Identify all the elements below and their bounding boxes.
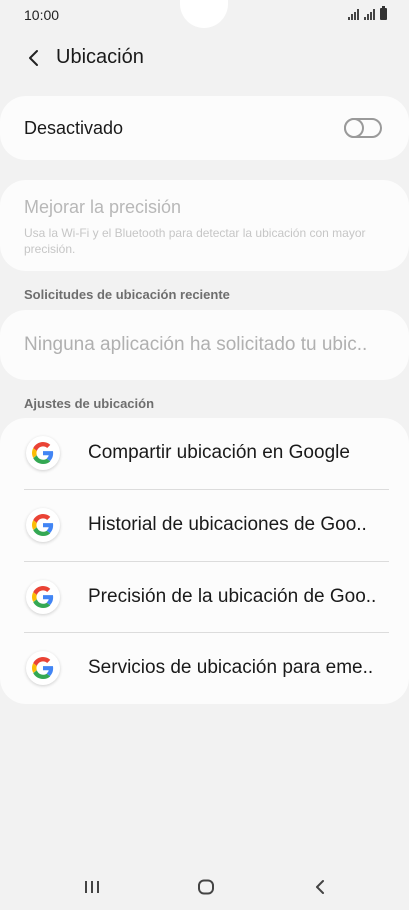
list-item-share-location[interactable]: Compartir ubicación en Google — [0, 418, 409, 489]
signal-icon-2 — [364, 9, 375, 20]
location-switch[interactable] — [344, 118, 382, 138]
location-toggle-label: Desactivado — [24, 118, 124, 138]
section-header-location-settings: Ajustes de ubicación — [24, 396, 155, 411]
section-header-recent: Solicitudes de ubicación reciente — [24, 287, 230, 302]
recents-button[interactable] — [77, 874, 107, 900]
recent-requests-empty-text: Ninguna aplicación ha solicitado tu ubic… — [24, 334, 368, 355]
improve-accuracy-description: Usa la Wi-Fi y el Bluetooth para detecta… — [24, 226, 366, 256]
google-icon — [26, 580, 60, 614]
location-toggle-row[interactable]: Desactivado — [0, 96, 409, 160]
navigation-bar — [0, 860, 409, 910]
google-icon — [26, 508, 60, 542]
recents-icon — [85, 881, 99, 893]
recent-requests-card: Ninguna aplicación ha solicitado tu ubic… — [0, 310, 409, 380]
header: Ubicación — [0, 36, 409, 80]
list-item-location-history[interactable]: Historial de ubicaciones de Goo.. — [0, 490, 409, 561]
back-button[interactable] — [20, 44, 48, 72]
switch-knob — [344, 118, 364, 138]
improve-accuracy-row: Mejorar la precisión Usa la Wi-Fi y el B… — [0, 180, 409, 271]
chevron-left-icon — [29, 50, 38, 66]
page-title: Ubicación — [56, 46, 144, 68]
status-bar: 10:00 — [0, 0, 409, 32]
google-icon — [26, 651, 60, 685]
home-button[interactable] — [191, 874, 221, 900]
battery-icon — [380, 6, 387, 20]
status-icons — [348, 6, 387, 20]
location-settings-card: Compartir ubicación en Google Historial … — [0, 418, 409, 704]
improve-accuracy-title: Mejorar la precisión — [24, 197, 182, 217]
home-icon — [198, 879, 214, 895]
list-item-label: Servicios de ubicación para eme.. — [88, 657, 374, 678]
signal-icon — [348, 9, 359, 20]
list-item-location-accuracy[interactable]: Precisión de la ubicación de Goo.. — [0, 562, 409, 633]
camera-notch — [180, 0, 228, 28]
status-time: 10:00 — [24, 7, 60, 23]
list-item-label: Historial de ubicaciones de Goo.. — [88, 514, 367, 535]
list-item-label: Precisión de la ubicación de Goo.. — [88, 586, 377, 607]
google-icon — [26, 436, 60, 470]
nav-back-button[interactable] — [305, 874, 335, 900]
back-icon — [316, 880, 324, 894]
list-item-emergency-location[interactable]: Servicios de ubicación para eme.. — [0, 633, 409, 704]
list-item-label: Compartir ubicación en Google — [88, 442, 350, 463]
